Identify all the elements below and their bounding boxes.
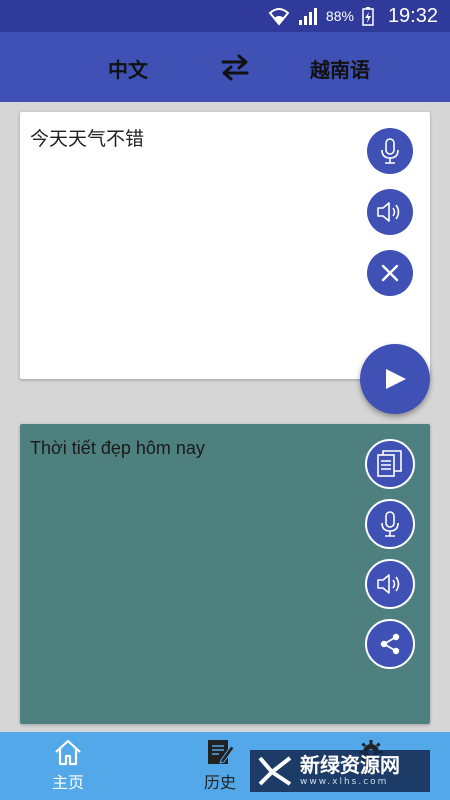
- nav-home-label: 主页: [52, 773, 85, 792]
- watermark-text-block: 新绿资源网 www.xlhs.com: [300, 755, 400, 787]
- swap-languages-button[interactable]: [218, 50, 252, 84]
- share-button[interactable]: [365, 619, 415, 669]
- nav-home[interactable]: 主页: [52, 738, 84, 793]
- voice-output-button[interactable]: [365, 499, 415, 549]
- source-language-button[interactable]: 中文: [108, 54, 148, 83]
- app-bar: 中文 越南语: [0, 32, 450, 102]
- copy-icon: [377, 450, 402, 477]
- watermark-overlay: 新绿资源网 www.xlhs.com: [250, 750, 430, 792]
- clock: 19:32: [387, 4, 438, 27]
- translated-text: Thời tiết đẹp hôm nay: [30, 438, 205, 458]
- battery-charging-icon: [362, 6, 374, 26]
- voice-input-button[interactable]: [367, 128, 413, 174]
- signal-icon: [298, 6, 318, 26]
- edit-note-icon: [208, 740, 235, 764]
- swap-arrows-icon: [221, 54, 249, 81]
- microphone-icon: [381, 138, 399, 164]
- microphone-icon: [381, 511, 399, 537]
- source-text-input[interactable]: 今天天气不错: [30, 124, 144, 151]
- input-card[interactable]: 今天天气不错: [20, 112, 430, 379]
- watermark-text: 新绿资源网: [300, 753, 400, 777]
- home-icon: [55, 739, 81, 766]
- status-bar: 88% 19:32: [0, 0, 450, 32]
- speaker-icon: [377, 202, 400, 222]
- translate-button[interactable]: [360, 344, 430, 414]
- battery-percentage: 88%: [325, 8, 354, 24]
- close-icon: [381, 264, 399, 282]
- output-card: Thời tiết đẹp hôm nay: [20, 424, 430, 724]
- speak-translation-button[interactable]: [365, 559, 415, 609]
- speak-source-button[interactable]: [367, 189, 413, 235]
- wifi-icon: [268, 6, 290, 26]
- play-icon: [386, 369, 406, 389]
- copy-button[interactable]: [365, 439, 415, 489]
- speaker-icon: [377, 574, 400, 594]
- share-icon: [380, 633, 400, 655]
- nav-history[interactable]: 历史: [204, 738, 236, 793]
- target-language-button[interactable]: 越南语: [310, 54, 370, 83]
- clear-text-button[interactable]: [367, 250, 413, 296]
- watermark-url: www.xlhs.com: [300, 777, 389, 787]
- watermark-logo-icon: [258, 756, 292, 786]
- nav-history-label: 历史: [204, 773, 237, 792]
